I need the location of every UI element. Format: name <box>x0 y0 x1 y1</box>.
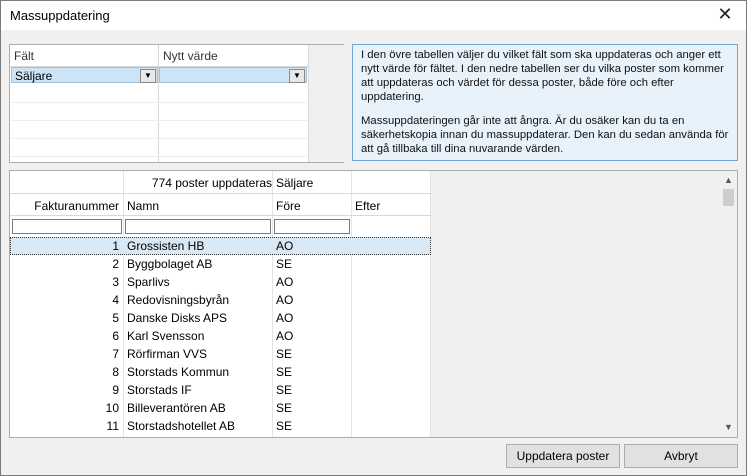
cell-before: AO <box>276 239 294 253</box>
info-box: I den övre tabellen väljer du vilket fäl… <box>352 44 738 161</box>
chevron-down-icon[interactable]: ▼ <box>289 69 305 83</box>
chevron-down-icon[interactable]: ▼ <box>140 69 156 83</box>
cell-invoice-number: 3 <box>112 275 119 289</box>
field-select[interactable]: Säljare ▼ <box>11 67 158 83</box>
table-row[interactable]: 10 Billeverantören AB SE <box>10 399 431 417</box>
records-grid: 774 poster uppdateras Säljare Fakturanum… <box>9 170 738 438</box>
column-header-name[interactable]: Namn <box>127 199 159 213</box>
cell-before: SE <box>276 401 293 415</box>
column-header-invoice-number[interactable]: Fakturanummer <box>34 199 119 213</box>
table-row[interactable]: 4 Redovisningsbyrån AO <box>10 291 431 309</box>
updated-field-name: Säljare <box>276 176 314 190</box>
new-value-select[interactable]: ▼ <box>159 67 307 83</box>
cell-before: SE <box>276 347 293 361</box>
update-records-button[interactable]: Uppdatera poster <box>506 444 620 468</box>
grid-group-header: 774 poster uppdateras Säljare <box>10 171 431 194</box>
empty-row <box>10 139 308 157</box>
cell-before: SE <box>276 383 293 397</box>
grid-empty-area <box>431 171 720 437</box>
cell-before: AO <box>276 275 294 289</box>
cell-before: AO <box>276 293 294 307</box>
cell-before: SE <box>276 365 293 379</box>
column-header-before[interactable]: Före <box>276 199 301 213</box>
cell-invoice-number: 1 <box>112 239 119 253</box>
table-row[interactable]: 6 Karl Svensson AO <box>10 327 431 345</box>
close-icon[interactable]: ✕ <box>716 5 734 23</box>
table-row[interactable]: 7 Rörfirman VVS SE <box>10 345 431 363</box>
table-row[interactable]: 8 Storstads Kommun SE <box>10 363 431 381</box>
empty-row <box>10 121 308 139</box>
grid-column-header: Fakturanummer Namn Före Efter <box>10 194 431 216</box>
cell-invoice-number: 7 <box>112 347 119 361</box>
column-header-field[interactable]: Fält <box>14 49 34 63</box>
cell-before: AO <box>276 329 294 343</box>
scroll-up-icon[interactable]: ▲ <box>720 172 737 189</box>
empty-row <box>10 85 308 103</box>
table-row[interactable]: 5 Danske Disks APS AO <box>10 309 431 327</box>
table-row[interactable]: 3 Sparlivs AO <box>10 273 431 291</box>
cell-invoice-number: 6 <box>112 329 119 343</box>
cell-name: Storstadshotellet AB <box>127 419 236 433</box>
cell-name: Redovisningsbyrån <box>127 293 230 307</box>
mass-update-dialog: Massuppdatering ✕ Fält Nytt värde Säljar… <box>0 0 747 476</box>
cell-name: Billeverantören AB <box>127 401 226 415</box>
cell-name: Storstads IF <box>127 383 192 397</box>
cell-invoice-number: 2 <box>112 257 119 271</box>
cell-invoice-number: 4 <box>112 293 119 307</box>
table-row[interactable]: 9 Storstads IF SE <box>10 381 431 399</box>
cell-name: Danske Disks APS <box>127 311 228 325</box>
dialog-title: Massuppdatering <box>10 8 110 23</box>
filter-name[interactable] <box>125 219 271 234</box>
info-paragraph-1: I den övre tabellen väljer du vilket fäl… <box>361 49 724 103</box>
cancel-button[interactable]: Avbryt <box>624 444 738 468</box>
cell-invoice-number: 8 <box>112 365 119 379</box>
field-select-value: Säljare <box>15 69 53 83</box>
cell-invoice-number: 11 <box>106 419 119 433</box>
column-header-new-value[interactable]: Nytt värde <box>163 49 218 63</box>
cell-invoice-number: 9 <box>112 383 119 397</box>
table-row[interactable]: 1 Grossisten HB AO <box>10 237 431 255</box>
table-row[interactable]: 2 Byggbolaget AB SE <box>10 255 431 273</box>
field-selection-grid: Fält Nytt värde Säljare ▼ ▼ <box>9 44 344 163</box>
grid-empty-area <box>308 45 344 162</box>
filter-invoice-number[interactable] <box>12 219 122 234</box>
vertical-scrollbar[interactable]: ▲ ▼ <box>720 171 737 437</box>
cell-before: SE <box>276 257 293 271</box>
cell-name: Rörfirman VVS <box>127 347 208 361</box>
cell-name: Grossisten HB <box>127 239 205 253</box>
empty-row <box>10 103 308 121</box>
cell-before: SE <box>276 419 293 433</box>
cell-invoice-number: 10 <box>105 401 119 415</box>
info-paragraph-2: Massuppdateringen går inte att ångra. Är… <box>361 115 729 155</box>
cell-name: Karl Svensson <box>127 329 205 343</box>
cell-name: Sparlivs <box>127 275 170 289</box>
cell-name: Storstads Kommun <box>127 365 230 379</box>
field-grid-header: Fält Nytt värde <box>10 45 308 67</box>
cell-name: Byggbolaget AB <box>127 257 213 271</box>
filter-before[interactable] <box>274 219 350 234</box>
cell-before: AO <box>276 311 294 325</box>
title-bar: Massuppdatering ✕ <box>1 1 746 30</box>
scroll-thumb[interactable] <box>723 189 734 206</box>
cell-invoice-number: 5 <box>112 311 119 325</box>
column-header-after[interactable]: Efter <box>355 199 380 213</box>
scroll-down-icon[interactable]: ▼ <box>720 419 737 436</box>
record-count: 774 poster uppdateras <box>151 176 272 190</box>
table-row[interactable]: 11 Storstadshotellet AB SE <box>10 417 431 435</box>
